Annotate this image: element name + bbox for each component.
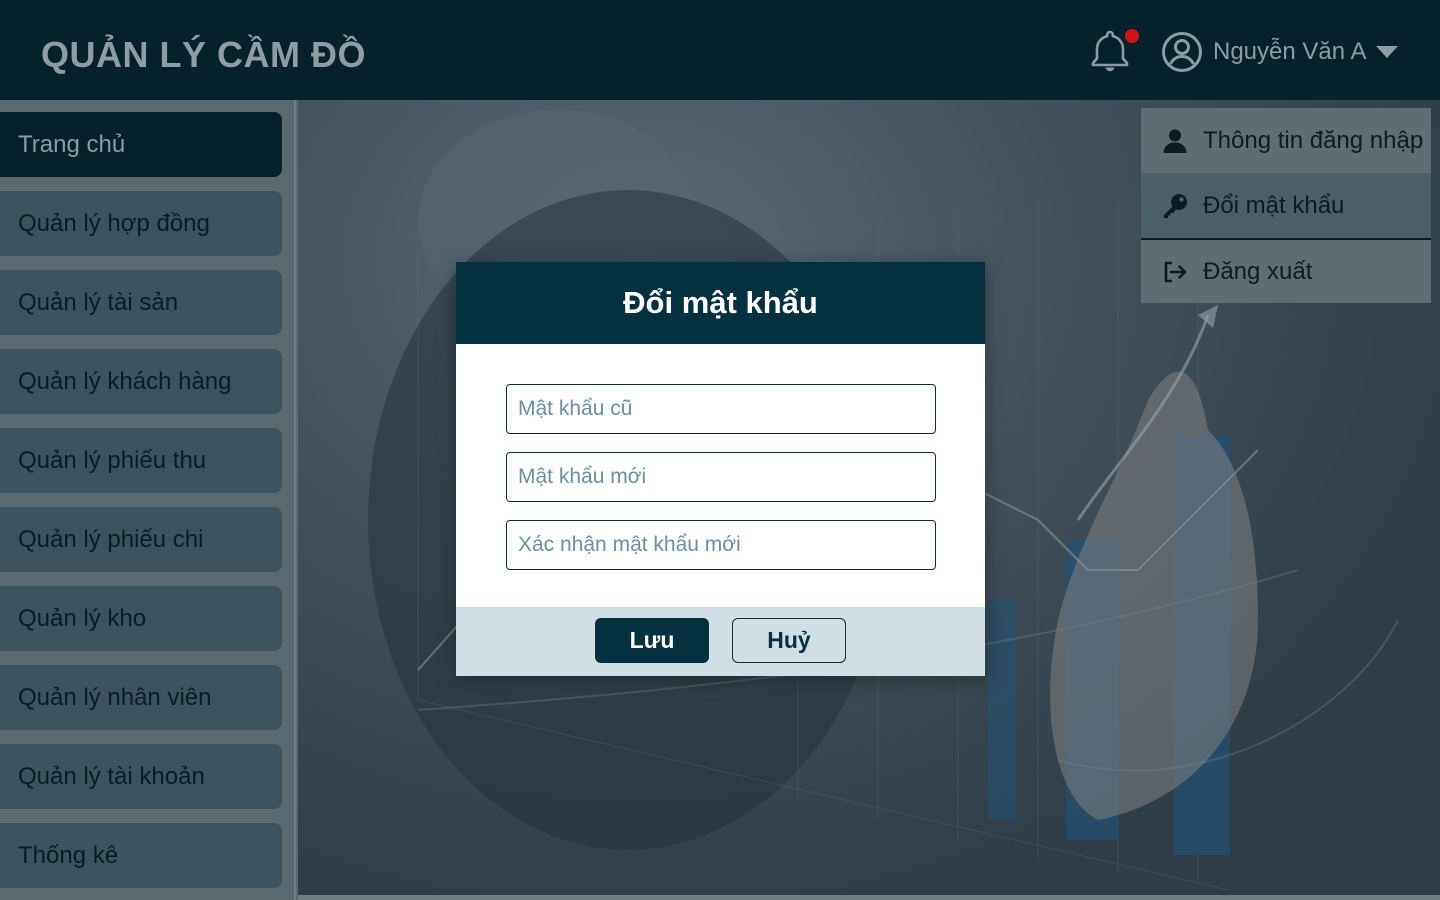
chevron-down-icon [1376, 46, 1399, 58]
app-title: QUẢN LÝ CẦM ĐỒ [41, 34, 366, 75]
old-password-input[interactable] [506, 384, 936, 434]
menu-item-login-info[interactable]: Thông tin đăng nhập [1141, 108, 1431, 173]
menu-item-logout[interactable]: Đăng xuất [1141, 240, 1431, 303]
account-circle-icon [1162, 32, 1202, 72]
key-icon [1161, 192, 1189, 220]
user-name: Nguyễn Văn A [1213, 38, 1367, 65]
sidebar-item-employees[interactable]: Quản lý nhân viên [0, 665, 282, 730]
logout-icon [1161, 258, 1189, 286]
bottom-border [298, 895, 1440, 900]
sidebar-item-customers[interactable]: Quản lý khách hàng [0, 349, 282, 414]
sidebar-item-receipts[interactable]: Quản lý phiếu thu [0, 428, 282, 493]
sidebar-item-assets[interactable]: Quản lý tài sản [0, 270, 282, 335]
top-header: QUẢN LÝ CẦM ĐỒ Nguyễn Văn A [0, 0, 1440, 100]
menu-item-label: Đăng xuất [1203, 257, 1313, 285]
change-password-dialog: Đổi mật khẩu Lưu Huỷ [456, 262, 985, 676]
dialog-footer: Lưu Huỷ [456, 607, 985, 676]
save-button[interactable]: Lưu [595, 618, 709, 663]
sidebar-item-home[interactable]: Trang chủ [0, 112, 282, 177]
sidebar: Trang chủ Quản lý hợp đồng Quản lý tài s… [0, 100, 296, 900]
sidebar-item-contracts[interactable]: Quản lý hợp đồng [0, 191, 282, 256]
user-icon [1161, 127, 1189, 155]
dialog-title: Đổi mật khẩu [456, 262, 985, 344]
new-password-input[interactable] [506, 452, 936, 502]
menu-item-label: Đổi mật khẩu [1203, 191, 1345, 219]
sidebar-item-payments[interactable]: Quản lý phiếu chi [0, 507, 282, 572]
confirm-password-input[interactable] [506, 520, 936, 570]
notification-button[interactable] [1088, 28, 1139, 74]
sidebar-item-statistics[interactable]: Thống kê [0, 823, 282, 888]
user-menu-toggle[interactable]: Nguyễn Văn A [1161, 30, 1399, 74]
user-dropdown-menu: Thông tin đăng nhập Đổi mật khẩu Đăng xu… [1141, 108, 1431, 303]
menu-item-label: Thông tin đăng nhập [1203, 126, 1424, 154]
cancel-button[interactable]: Huỷ [732, 618, 846, 663]
menu-item-change-password[interactable]: Đổi mật khẩu [1141, 173, 1431, 238]
sidebar-item-warehouse[interactable]: Quản lý kho [0, 586, 282, 651]
notification-badge [1125, 29, 1139, 43]
sidebar-item-accounts[interactable]: Quản lý tài khoản [0, 744, 282, 809]
